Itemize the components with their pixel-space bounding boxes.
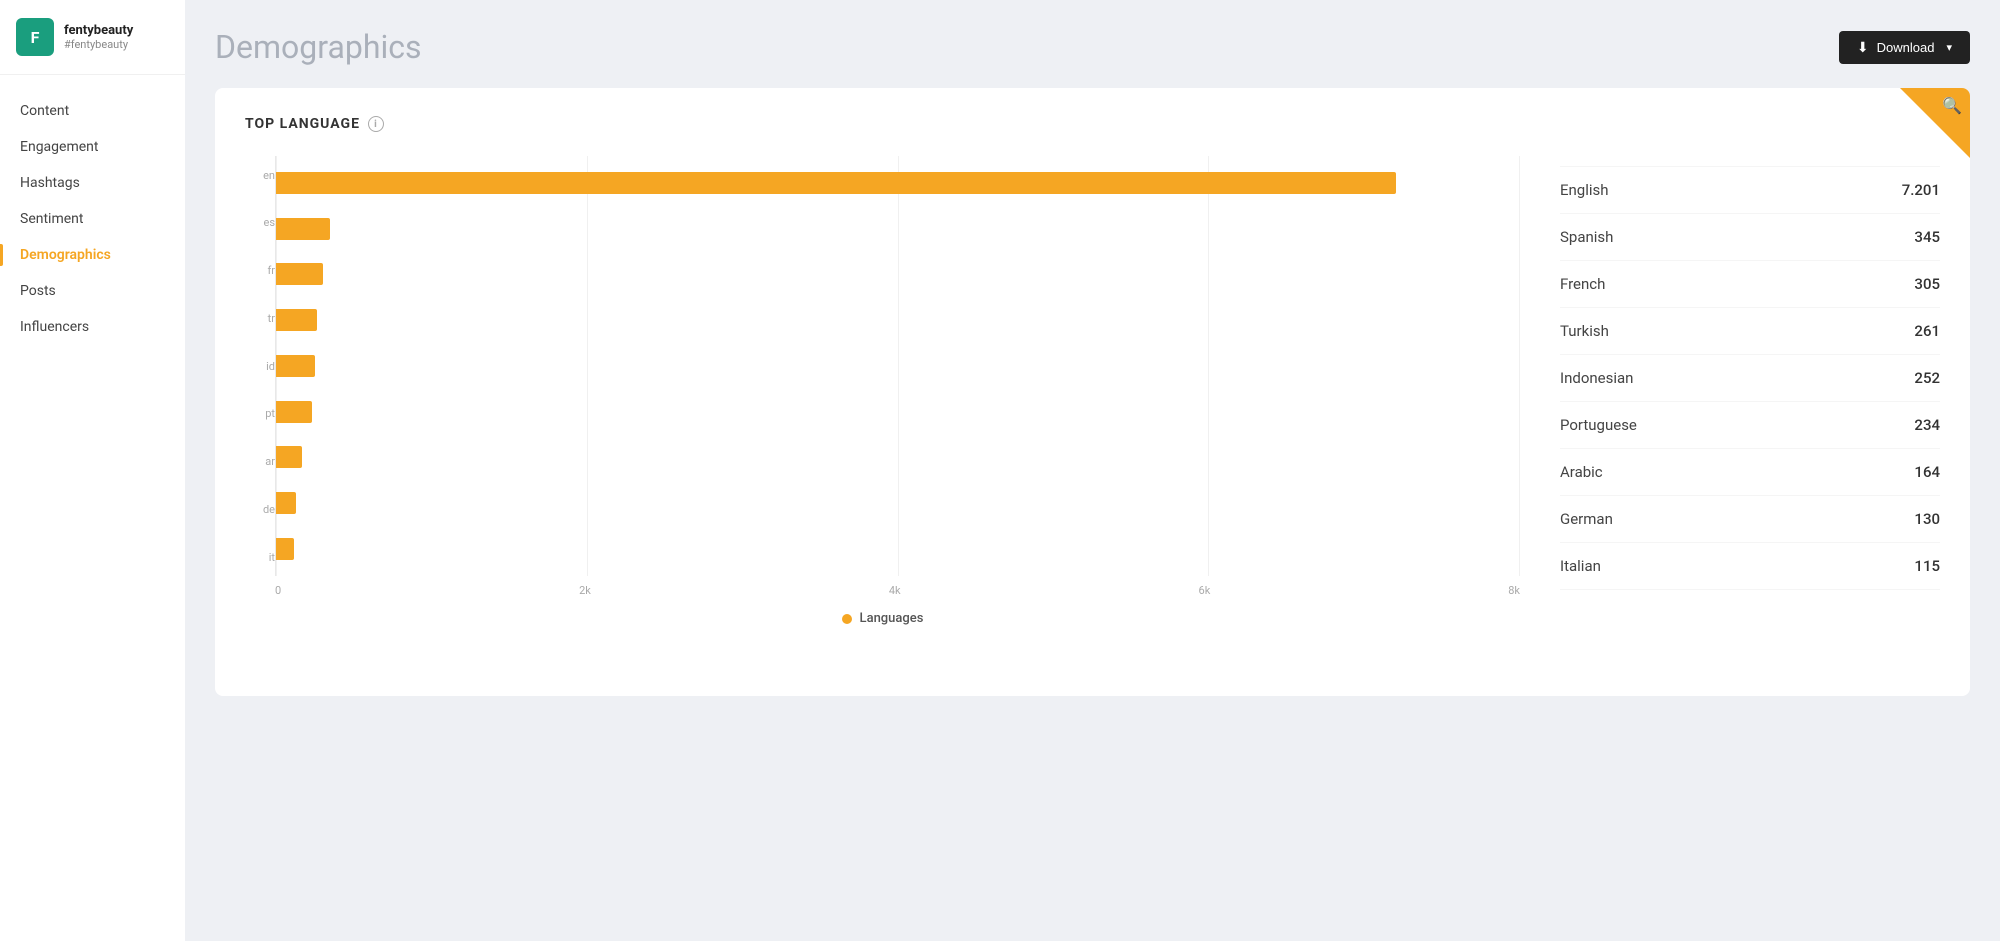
top-language-card: 🔍 TOP LANGUAGE i en es fr tr id pt ar de it	[215, 88, 1970, 696]
section-title: TOP LANGUAGE i	[245, 116, 1940, 132]
section-title-text: TOP LANGUAGE	[245, 116, 360, 132]
search-icon: 🔍	[1942, 88, 1970, 115]
sidebar-item-engagement[interactable]: Engagement	[0, 129, 185, 165]
y-axis-label: fr	[245, 252, 275, 290]
y-axis-label: it	[245, 538, 275, 576]
stat-language-label: Indonesian	[1560, 369, 1633, 387]
bar-row	[276, 213, 1520, 245]
y-axis-label: de	[245, 490, 275, 528]
stat-value: 261	[1914, 322, 1940, 340]
stats-list: English 7.201 Spanish 345 French 305 Turkish 26…	[1560, 156, 1940, 590]
stat-language-label: English	[1560, 181, 1609, 199]
stat-row: Italian 115	[1560, 543, 1940, 590]
sidebar-item-hashtags[interactable]: Hashtags	[0, 165, 185, 201]
sidebar-item-content[interactable]: Content	[0, 93, 185, 129]
stat-value: 115	[1914, 557, 1940, 575]
sidebar-item-posts[interactable]: Posts	[0, 273, 185, 309]
bar-row	[276, 487, 1520, 519]
x-axis-label: 6k	[1199, 584, 1211, 597]
stat-language-label: Arabic	[1560, 463, 1603, 481]
sidebar-item-sentiment[interactable]: Sentiment	[0, 201, 185, 237]
sidebar-nav: Content Engagement Hashtags Sentiment De…	[0, 75, 185, 363]
bar-row	[276, 441, 1520, 473]
bar-row	[276, 167, 1520, 199]
brand-name: fentybeauty	[64, 23, 133, 38]
info-icon[interactable]: i	[368, 116, 384, 132]
chevron-down-icon: ▾	[1946, 41, 1952, 54]
page-title: Demographics	[215, 28, 422, 66]
bar-fill	[276, 401, 312, 423]
bar-fill	[276, 263, 323, 285]
y-axis-label: en	[245, 156, 275, 194]
stat-value: 345	[1914, 228, 1940, 246]
bar-fill	[276, 538, 294, 560]
sidebar: F fentybeauty #fentybeauty Content Engag…	[0, 0, 185, 941]
bar-fill	[276, 218, 330, 240]
bar-fill	[276, 446, 302, 468]
bar-row	[276, 350, 1520, 382]
chart-inner: en es fr tr id pt ar de it	[245, 156, 1520, 576]
sidebar-item-influencers[interactable]: Influencers	[0, 309, 185, 345]
legend-label: Languages	[860, 611, 924, 626]
x-axis-inner: 0 2k 4k 6k 8k	[275, 584, 1520, 597]
bars-container	[276, 156, 1520, 576]
stat-row: Turkish 261	[1560, 308, 1940, 355]
header-row: Demographics ⬇ Download ▾	[215, 28, 1970, 66]
stat-row: Indonesian 252	[1560, 355, 1940, 402]
download-icon: ⬇	[1857, 39, 1869, 56]
brand-handle: #fentybeauty	[64, 38, 133, 51]
bar-chart-area: en es fr tr id pt ar de it 0 2k 4k 6k 8k Languages	[245, 156, 1520, 666]
y-axis-label: pt	[245, 395, 275, 433]
stat-row: Portuguese 234	[1560, 402, 1940, 449]
stat-value: 130	[1914, 510, 1940, 528]
stat-value: 7.201	[1902, 181, 1940, 199]
bar-row	[276, 304, 1520, 336]
stat-row: Spanish 345	[1560, 214, 1940, 261]
x-axis-label: 2k	[579, 584, 591, 597]
stat-value: 305	[1914, 275, 1940, 293]
y-axis-label: ar	[245, 443, 275, 481]
main-content: Demographics ⬇ Download ▾ 🔍 TOP LANGUAGE…	[185, 0, 2000, 941]
stat-language-label: Turkish	[1560, 322, 1609, 340]
brand-text: fentybeauty #fentybeauty	[64, 23, 133, 51]
stat-language-label: German	[1560, 510, 1613, 528]
bar-fill	[276, 309, 317, 331]
bar-row	[276, 533, 1520, 565]
stat-value: 164	[1914, 463, 1940, 481]
chart-legend: Languages	[245, 611, 1520, 626]
y-axis-label: id	[245, 347, 275, 385]
x-axis: 0 2k 4k 6k 8k	[245, 584, 1520, 597]
stat-value: 234	[1914, 416, 1940, 434]
stat-row: French 305	[1560, 261, 1940, 308]
stat-language-label: Spanish	[1560, 228, 1613, 246]
download-button[interactable]: ⬇ Download ▾	[1839, 31, 1970, 64]
chart-container: en es fr tr id pt ar de it 0 2k 4k 6k 8k Languages	[245, 156, 1940, 666]
y-axis-label: es	[245, 204, 275, 242]
sidebar-item-demographics[interactable]: Demographics	[0, 237, 185, 273]
bar-fill	[276, 492, 296, 514]
chart-plot	[275, 156, 1520, 576]
stat-row: Arabic 164	[1560, 449, 1940, 496]
brand-section: F fentybeauty #fentybeauty	[0, 0, 185, 75]
stat-value: 252	[1914, 369, 1940, 387]
bar-row	[276, 396, 1520, 428]
download-label: Download	[1877, 40, 1935, 55]
y-axis-label: tr	[245, 299, 275, 337]
stat-row: German 130	[1560, 496, 1940, 543]
stat-language-label: French	[1560, 275, 1605, 293]
x-axis-label: 8k	[1508, 584, 1520, 597]
y-axis-labels: en es fr tr id pt ar de it	[245, 156, 275, 576]
bar-row	[276, 258, 1520, 290]
bar-fill	[276, 355, 315, 377]
avatar: F	[16, 18, 54, 56]
legend-dot	[842, 614, 852, 624]
x-axis-label: 0	[275, 584, 281, 597]
bar-chart: en es fr tr id pt ar de it 0 2k 4k 6k 8k Languages	[245, 156, 1520, 666]
x-axis-label: 4k	[889, 584, 901, 597]
stat-row: English 7.201	[1560, 166, 1940, 214]
bar-fill	[276, 172, 1396, 194]
stat-language-label: Italian	[1560, 557, 1601, 575]
stat-language-label: Portuguese	[1560, 416, 1637, 434]
